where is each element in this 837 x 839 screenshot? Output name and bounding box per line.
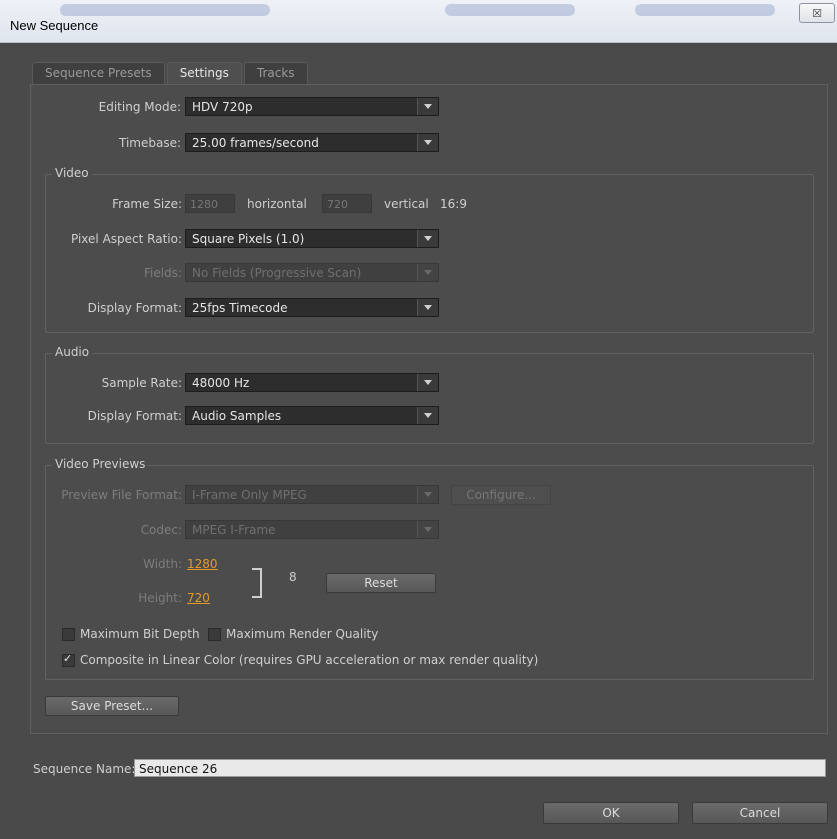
tab-settings[interactable]: Settings <box>166 62 242 84</box>
video-group-title: Video <box>52 166 92 180</box>
blurred-background-strip <box>60 4 270 16</box>
max-bit-depth-checkbox[interactable]: Maximum Bit Depth <box>62 627 200 641</box>
height-label: Height: <box>138 591 182 605</box>
timebase-dropdown[interactable]: 25.00 frames/second <box>185 133 439 152</box>
frame-height-field[interactable]: 720 <box>322 194 372 213</box>
reset-button[interactable]: Reset <box>326 573 436 593</box>
editing-mode-label: Editing Mode: <box>98 100 181 114</box>
pixel-aspect-label: Pixel Aspect Ratio: <box>71 232 182 246</box>
chevron-down-icon <box>417 407 438 424</box>
dialog-content: Sequence Presets Settings Tracks Editing… <box>0 43 837 839</box>
timebase-label: Timebase: <box>118 136 181 150</box>
max-render-quality-box[interactable] <box>208 627 221 641</box>
close-icon: ☒ <box>812 6 822 20</box>
title-bar: New Sequence ☒ <box>0 0 837 43</box>
video-previews-group: Video Previews Preview File Format: I-Fr… <box>45 457 814 680</box>
save-preset-button[interactable]: Save Preset... <box>45 696 179 716</box>
sequence-name-label: Sequence Name: <box>33 762 136 776</box>
link-bracket <box>252 568 262 598</box>
codec-dropdown[interactable]: MPEG I-Frame <box>185 520 439 539</box>
timebase-value: 25.00 frames/second <box>192 136 319 150</box>
audio-group: Audio Sample Rate: 48000 Hz Display Form… <box>45 345 814 444</box>
frame-size-label: Frame Size: <box>112 197 182 211</box>
sequence-name-input[interactable]: Sequence 26 <box>134 759 826 777</box>
fields-dropdown[interactable]: No Fields (Progressive Scan) <box>185 263 439 282</box>
ok-button[interactable]: OK <box>543 802 679 824</box>
linear-color-box[interactable] <box>62 652 75 667</box>
blurred-background-strip <box>445 4 575 16</box>
preview-file-format-dropdown[interactable]: I-Frame Only MPEG <box>185 485 439 504</box>
preview-file-format-value: I-Frame Only MPEG <box>192 488 307 502</box>
configure-button[interactable]: Configure... <box>451 485 551 505</box>
fields-label: Fields: <box>144 266 182 280</box>
audio-group-title: Audio <box>52 345 93 359</box>
tab-bar: Sequence Presets Settings Tracks <box>32 62 308 84</box>
tab-tracks[interactable]: Tracks <box>243 62 308 84</box>
fields-value: No Fields (Progressive Scan) <box>192 266 362 280</box>
chevron-down-icon <box>417 299 438 316</box>
chevron-down-icon <box>417 264 438 281</box>
preview-width-value[interactable]: 1280 <box>187 557 218 571</box>
blurred-background-strip <box>635 4 775 16</box>
frame-width-field[interactable]: 1280 <box>185 194 235 213</box>
chevron-down-icon <box>417 521 438 538</box>
audio-display-format-value: Audio Samples <box>192 409 282 423</box>
settings-pane: Editing Mode: HDV 720p Timebase: 25.00 f… <box>30 84 828 734</box>
codec-label: Codec: <box>140 523 182 537</box>
sample-rate-dropdown[interactable]: 48000 Hz <box>185 373 439 392</box>
linear-color-checkbox[interactable]: Composite in Linear Color (requires GPU … <box>62 652 539 667</box>
pixel-aspect-dropdown[interactable]: Square Pixels (1.0) <box>185 229 439 248</box>
horizontal-label: horizontal <box>247 197 307 211</box>
new-sequence-dialog: New Sequence ☒ Sequence Presets Settings… <box>0 0 837 839</box>
chevron-down-icon <box>417 374 438 391</box>
editing-mode-value: HDV 720p <box>192 100 253 114</box>
chevron-down-icon <box>417 486 438 503</box>
audio-display-format-dropdown[interactable]: Audio Samples <box>185 406 439 425</box>
link-chain-icon[interactable]: 8 <box>289 570 297 584</box>
video-group: Video Frame Size: 1280 horizontal 720 ve… <box>45 166 814 333</box>
max-bit-depth-label: Maximum Bit Depth <box>80 627 200 641</box>
max-render-quality-label: Maximum Render Quality <box>226 627 379 641</box>
width-label: Width: <box>143 557 182 571</box>
tab-sequence-presets[interactable]: Sequence Presets <box>32 62 165 84</box>
sample-rate-label: Sample Rate: <box>101 376 182 390</box>
preview-height-value[interactable]: 720 <box>187 591 210 605</box>
video-display-format-dropdown[interactable]: 25fps Timecode <box>185 298 439 317</box>
audio-display-format-label: Display Format: <box>87 409 182 423</box>
video-display-format-label: Display Format: <box>87 301 182 315</box>
pixel-aspect-value: Square Pixels (1.0) <box>192 232 305 246</box>
video-previews-group-title: Video Previews <box>52 457 149 471</box>
close-button[interactable]: ☒ <box>799 3 835 23</box>
cancel-button[interactable]: Cancel <box>692 802 828 824</box>
preview-file-format-label: Preview File Format: <box>61 488 182 502</box>
sample-rate-value: 48000 Hz <box>192 376 250 390</box>
aspect-ratio-value: 16:9 <box>440 197 467 211</box>
video-display-format-value: 25fps Timecode <box>192 301 288 315</box>
max-bit-depth-box[interactable] <box>62 627 75 641</box>
vertical-label: vertical <box>384 197 429 211</box>
window-title: New Sequence <box>10 18 99 33</box>
max-render-quality-checkbox[interactable]: Maximum Render Quality <box>208 627 378 641</box>
codec-value: MPEG I-Frame <box>192 523 276 537</box>
linear-color-label: Composite in Linear Color (requires GPU … <box>80 653 539 667</box>
editing-mode-dropdown[interactable]: HDV 720p <box>185 97 439 116</box>
chevron-down-icon <box>417 98 438 115</box>
chevron-down-icon <box>417 134 438 151</box>
chevron-down-icon <box>417 230 438 247</box>
